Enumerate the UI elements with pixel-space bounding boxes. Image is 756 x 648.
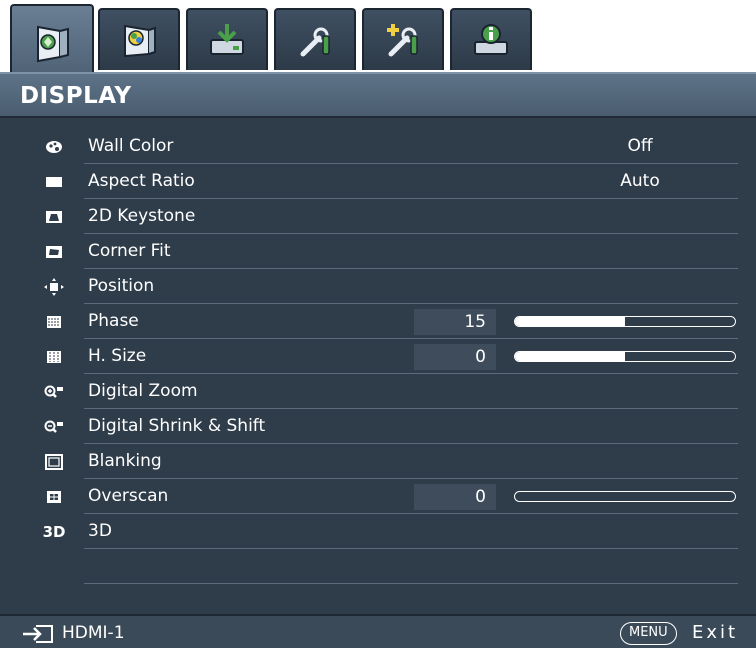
h-size-icon: [44, 349, 64, 365]
system-setup-advanced-icon: [387, 24, 418, 57]
input-source-label: HDMI-1: [62, 623, 125, 643]
tab-display[interactable]: [10, 4, 94, 80]
display-menu-panel: DISPLAY Wall Color Off Aspect Ratio Auto: [0, 72, 756, 648]
position-icon: [44, 278, 64, 296]
menu-item-digital-zoom[interactable]: Digital Zoom: [0, 375, 756, 409]
tab-system-setup-advanced[interactable]: [362, 8, 444, 70]
row-divider: [84, 408, 738, 409]
row-divider: [84, 513, 738, 514]
menu-item-value: Auto: [620, 171, 660, 191]
menu-item-label: Aspect Ratio: [88, 171, 195, 191]
source-icon: [210, 24, 244, 55]
overscan-icon: [44, 489, 64, 505]
menu-item-digital-shrink-shift[interactable]: Digital Shrink & Shift: [0, 410, 756, 444]
menu-item-position[interactable]: Position: [0, 270, 756, 304]
row-divider: [84, 303, 738, 304]
menu-item-overscan[interactable]: Overscan 0: [0, 480, 756, 514]
picture-icon: [124, 24, 156, 58]
phase-value: 15: [414, 309, 496, 335]
digital-zoom-icon: [44, 384, 64, 400]
corner-fit-icon: [44, 244, 64, 260]
tab-system-setup-basic[interactable]: [274, 8, 356, 70]
3d-icon-text: 3D: [42, 523, 66, 541]
h-size-value: 0: [414, 344, 496, 370]
row-divider: [84, 268, 738, 269]
row-divider: [84, 478, 738, 479]
wall-color-icon: [44, 139, 64, 155]
3d-icon: 3D: [42, 523, 66, 541]
aspect-ratio-icon: [44, 174, 64, 190]
row-divider: [84, 583, 738, 584]
menu-tab-strip: [0, 0, 756, 80]
menu-button[interactable]: MENU: [620, 622, 677, 645]
menu-header: DISPLAY: [0, 72, 756, 118]
menu-item-3d[interactable]: 3D 3D: [0, 515, 756, 549]
row-divider: [84, 338, 738, 339]
system-setup-basic-icon: [300, 27, 330, 57]
row-divider: [84, 163, 738, 164]
row-divider: [84, 373, 738, 374]
menu-item-label: 2D Keystone: [88, 206, 196, 226]
row-divider: [84, 198, 738, 199]
slider-fill: [515, 317, 625, 326]
menu-item-label: Wall Color: [88, 136, 174, 156]
menu-footer: HDMI-1 MENU Exit: [0, 614, 756, 648]
menu-item-label: Digital Shrink & Shift: [88, 416, 266, 436]
slider-fill: [515, 352, 625, 361]
tab-source[interactable]: [186, 8, 268, 70]
menu-empty-row: [0, 550, 756, 584]
menu-item-label: Blanking: [88, 451, 162, 471]
input-source-icon: [23, 625, 53, 643]
phase-slider[interactable]: [514, 316, 736, 327]
blanking-icon: [44, 454, 64, 470]
menu-item-value: Off: [627, 136, 653, 156]
menu-item-corner-fit[interactable]: Corner Fit: [0, 235, 756, 269]
menu-item-phase[interactable]: Phase 15: [0, 305, 756, 339]
row-divider: [84, 443, 738, 444]
menu-item-aspect-ratio[interactable]: Aspect Ratio Auto: [0, 165, 756, 199]
menu-item-label: Overscan: [88, 486, 169, 506]
exit-label[interactable]: Exit: [692, 622, 738, 643]
overscan-slider[interactable]: [514, 491, 736, 502]
digital-shrink-icon: [44, 419, 64, 435]
menu-item-label: H. Size: [88, 346, 147, 366]
overscan-value: 0: [414, 484, 496, 510]
h-size-slider[interactable]: [514, 351, 736, 362]
tab-picture[interactable]: [98, 8, 180, 70]
display-icon: [37, 25, 69, 63]
menu-item-wall-color[interactable]: Wall Color Off: [0, 130, 756, 164]
phase-icon: [44, 314, 64, 330]
information-icon: [474, 24, 508, 55]
tab-information[interactable]: [450, 8, 532, 70]
menu-item-blanking[interactable]: Blanking: [0, 445, 756, 479]
menu-item-2d-keystone[interactable]: 2D Keystone: [0, 200, 756, 234]
menu-item-label: 3D: [88, 521, 112, 541]
page-title: DISPLAY: [20, 83, 132, 109]
menu-item-label: Phase: [88, 311, 139, 331]
menu-item-h-size[interactable]: H. Size 0: [0, 340, 756, 374]
row-divider: [84, 233, 738, 234]
menu-item-label: Digital Zoom: [88, 381, 198, 401]
row-divider: [84, 548, 738, 549]
keystone-icon: [44, 209, 64, 225]
menu-item-label: Corner Fit: [88, 241, 171, 261]
menu-item-label: Position: [88, 276, 155, 296]
